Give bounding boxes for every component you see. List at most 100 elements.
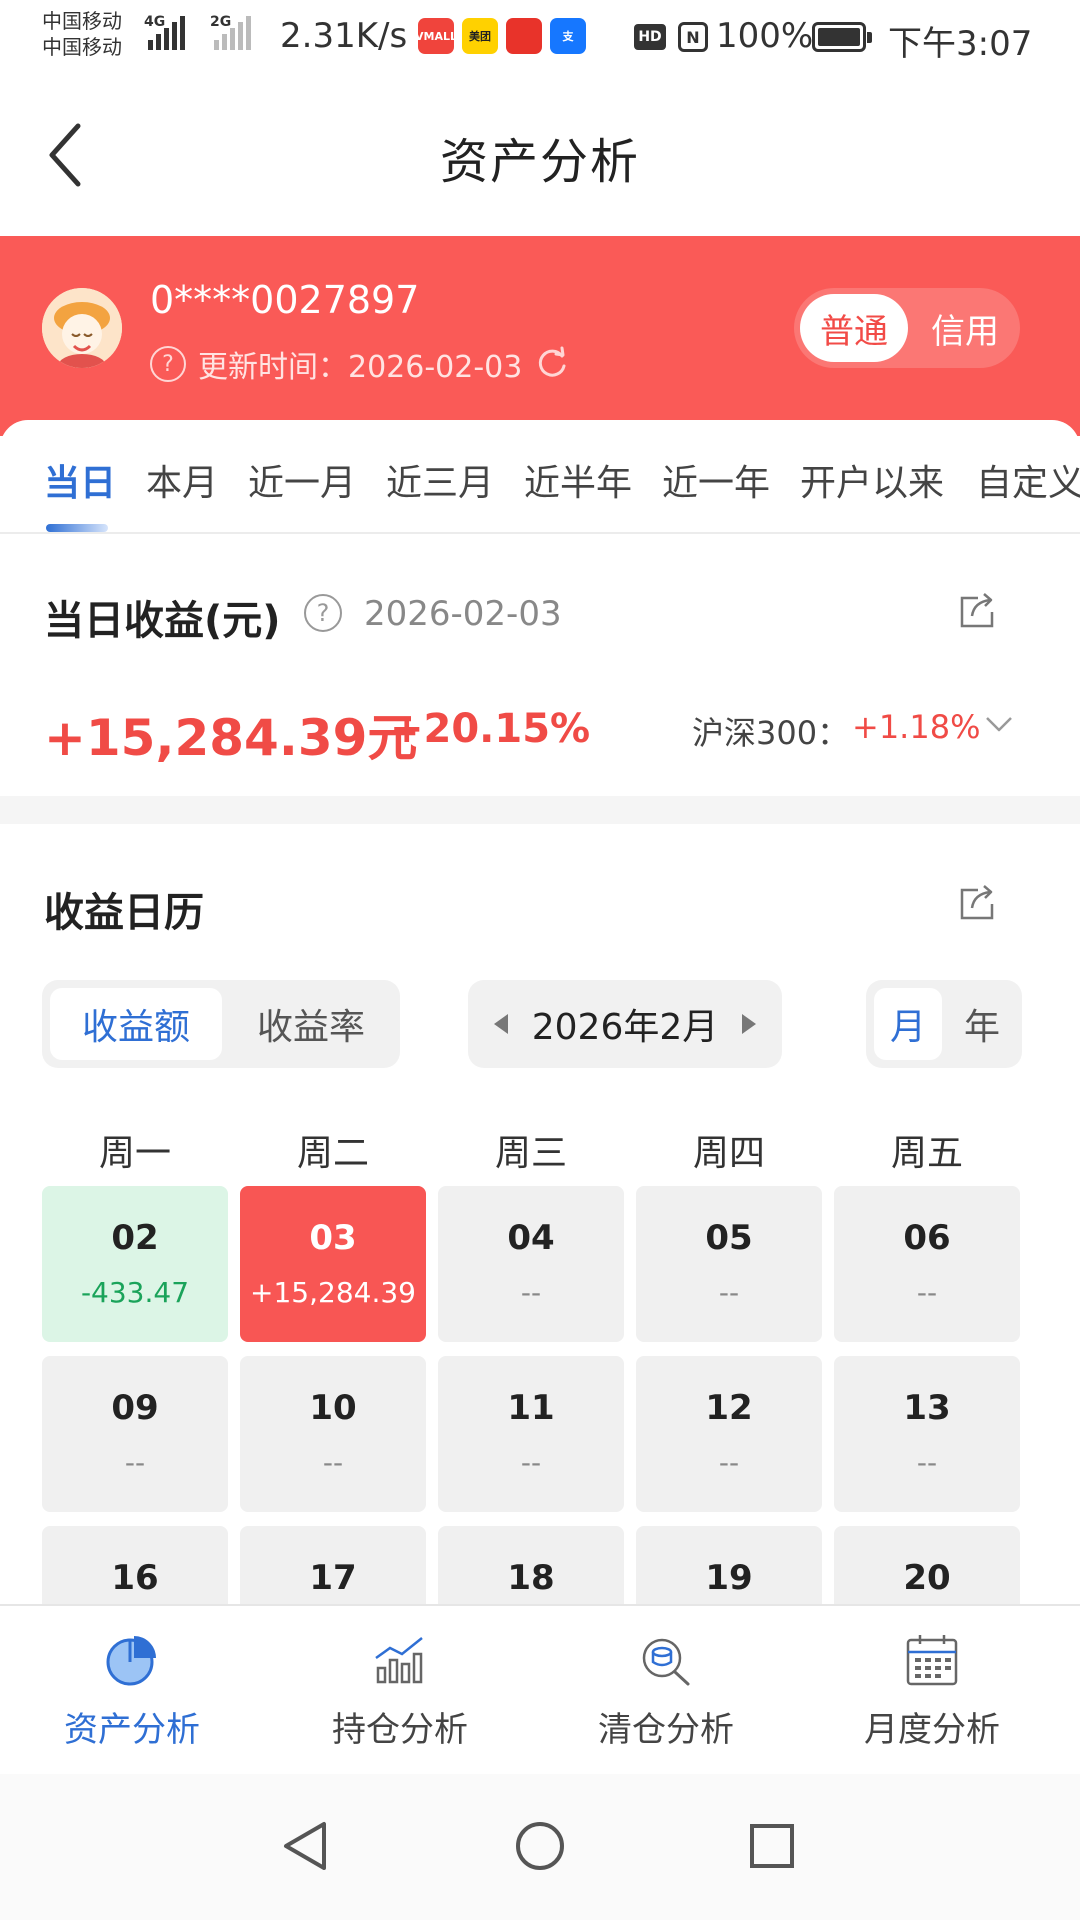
system-back-icon[interactable] — [270, 1810, 342, 1882]
metric-amount[interactable]: 收益额 — [50, 988, 222, 1060]
calendar-title: 收益日历 — [44, 890, 204, 936]
tab-period-5[interactable]: 近一年 — [662, 454, 770, 506]
nav-holdings-analysis[interactable]: 持仓分析 — [290, 1630, 510, 1751]
account-type-credit[interactable]: 信用 — [916, 294, 1014, 362]
calendar-day-cell[interactable]: 16 — [42, 1526, 228, 1604]
weekday-label: 周四 — [692, 1133, 765, 1174]
system-recents-icon[interactable] — [736, 1810, 808, 1882]
hd-icon: HD — [634, 24, 666, 50]
signal-2-label: 2G — [210, 14, 232, 30]
tab-period-4[interactable]: 近半年 — [524, 454, 632, 506]
calendar-day-number: 12 — [705, 1388, 753, 1428]
tab-period-0[interactable]: 当日 — [44, 454, 116, 506]
calendar-day-number: 13 — [903, 1388, 951, 1428]
weekday-label: 周五 — [890, 1133, 963, 1174]
granularity-month[interactable]: 月 — [874, 988, 942, 1060]
account-type-normal[interactable]: 普通 — [800, 294, 908, 362]
account-banner: 0****0027897 ? 更新时间：2026-02-03 普通 信用 — [0, 236, 1080, 436]
daily-profit-title: 当日收益(元) — [44, 598, 281, 644]
calendar-day-cell[interactable]: 09 -- — [42, 1356, 228, 1512]
calendar-day-cell[interactable]: 10 -- — [240, 1356, 426, 1512]
weekday-label: 周一 — [98, 1133, 171, 1174]
calendar-day-value: -- — [520, 1446, 542, 1479]
help-icon[interactable]: ? — [150, 346, 186, 382]
nav-label: 清仓分析 — [598, 1710, 734, 1750]
chevron-down-icon[interactable] — [984, 714, 1014, 734]
calendar-day-value: -- — [718, 1276, 740, 1309]
battery-percent: 100% — [716, 16, 814, 56]
nav-asset-analysis[interactable]: 资产分析 — [22, 1630, 242, 1751]
signal-1-label: 4G — [144, 14, 166, 30]
granularity-year[interactable]: 年 — [948, 988, 1016, 1060]
calendar-day-value: -- — [124, 1446, 146, 1479]
calendar-day-value: -433.47 — [80, 1276, 190, 1309]
app-header: 资产分析 — [0, 76, 1080, 236]
tab-period-7[interactable]: 自定义 — [976, 454, 1080, 506]
calendar-day-cell[interactable]: 03 +15,284.39 — [240, 1186, 426, 1342]
account-number: 0****0027897 — [150, 278, 420, 322]
calendar-day-cell[interactable]: 17 — [240, 1526, 426, 1604]
signal-2g-icon: 2G — [210, 14, 251, 50]
calendar-day-cell[interactable]: 04 -- — [438, 1186, 624, 1342]
calendar-day-cell[interactable]: 18 — [438, 1526, 624, 1604]
calendar-day-value: -- — [718, 1446, 740, 1479]
system-home-icon[interactable] — [504, 1810, 576, 1882]
month-label: 2026年2月 — [531, 1007, 719, 1048]
status-time: 下午3:07 — [888, 24, 1033, 64]
profit-calendar: 收益日历 收益额 收益率 2026年2月 月 年 周一 周二 周三 周四 周五 02 -4… — [0, 824, 1080, 1604]
help-icon[interactable]: ? — [304, 594, 342, 632]
calendar-day-cell[interactable]: 05 -- — [636, 1186, 822, 1342]
calendar-day-number: 06 — [903, 1218, 951, 1258]
avatar[interactable] — [42, 288, 122, 368]
battery-icon — [812, 22, 872, 52]
calendar-day-value: -- — [916, 1276, 938, 1309]
update-time-row: ? 更新时间：2026-02-03 — [150, 342, 570, 386]
system-navigation-bar — [0, 1774, 1080, 1920]
update-time: 更新时间：2026-02-03 — [198, 350, 523, 385]
calendar-day-value: -- — [322, 1446, 344, 1479]
carrier-1: 中国移动 — [42, 9, 122, 33]
calendar-day-number: 19 — [705, 1558, 753, 1598]
calendar-icon — [906, 1635, 958, 1686]
calendar-day-number: 02 — [111, 1218, 159, 1258]
bottom-navigation: 资产分析 持仓分析 清仓分析 月度分析 — [0, 1604, 1080, 1774]
daily-profit-amount: +15,284.39元 — [44, 709, 418, 767]
carrier-2: 中国移动 — [42, 35, 122, 59]
nav-liquidation-analysis[interactable]: 清仓分析 — [556, 1630, 776, 1751]
next-month-icon[interactable] — [742, 1014, 756, 1034]
share-icon[interactable] — [958, 882, 998, 922]
calendar-day-cell[interactable]: 06 -- — [834, 1186, 1020, 1342]
nav-label: 资产分析 — [64, 1710, 200, 1750]
calendar-day-cell[interactable]: 02 -433.47 — [42, 1186, 228, 1342]
calendar-day-number: 09 — [111, 1388, 159, 1428]
tab-period-1[interactable]: 本月 — [146, 454, 218, 506]
metric-rate[interactable]: 收益率 — [228, 988, 394, 1060]
calendar-day-value: -- — [520, 1276, 542, 1309]
granularity-toggle: 月 年 — [866, 980, 1022, 1068]
page-title: 资产分析 — [439, 134, 640, 190]
calendar-day-cell[interactable]: 13 -- — [834, 1356, 1020, 1512]
calendar-day-cell[interactable]: 11 -- — [438, 1356, 624, 1512]
calendar-day-cell[interactable]: 19 — [636, 1526, 822, 1604]
pie-chart-icon — [106, 1636, 156, 1686]
calendar-day-cell[interactable]: 12 -- — [636, 1356, 822, 1512]
calendar-day-number: 03 — [309, 1218, 357, 1258]
tab-period-3[interactable]: 近三月 — [386, 454, 494, 506]
refresh-icon[interactable] — [534, 346, 570, 382]
calendar-day-cell[interactable]: 20 — [834, 1526, 1020, 1604]
nav-monthly-analysis[interactable]: 月度分析 — [822, 1630, 1042, 1751]
calendar-day-number: 17 — [309, 1558, 357, 1598]
daily-profit-date: 2026-02-03 — [364, 594, 562, 634]
coin-search-icon — [642, 1638, 690, 1686]
carrier-labels: 中国移动 中国移动 — [42, 8, 122, 60]
calendar-day-number: 20 — [903, 1558, 951, 1598]
vmall-icon: VMALL — [415, 18, 457, 54]
prev-month-icon[interactable] — [494, 1014, 508, 1034]
calendar-day-value: -- — [916, 1446, 938, 1479]
nav-label: 月度分析 — [864, 1710, 1000, 1750]
metric-toggle: 收益额 收益率 — [42, 980, 400, 1068]
share-icon[interactable] — [958, 590, 998, 630]
active-tab-indicator — [46, 524, 108, 532]
tab-period-6[interactable]: 开户以来 — [800, 454, 944, 506]
tab-period-2[interactable]: 近一月 — [248, 454, 356, 506]
